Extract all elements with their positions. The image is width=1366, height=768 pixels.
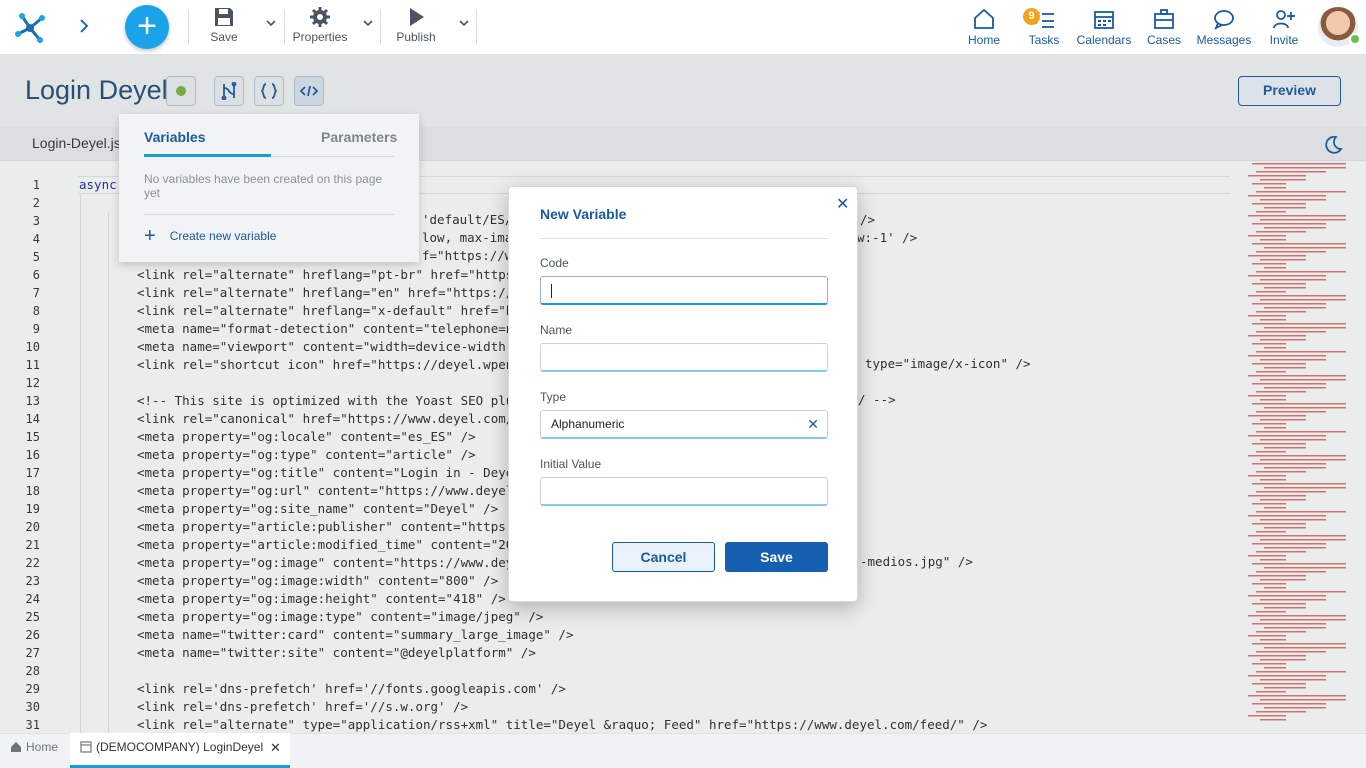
nav-messages-label: Messages	[1196, 33, 1252, 47]
message-icon	[1214, 10, 1234, 30]
deyel-logo-icon[interactable]	[12, 8, 52, 48]
tab-variables[interactable]: Variables	[144, 129, 206, 145]
active-tab-indicator	[144, 154, 271, 157]
nav-home-label: Home	[967, 33, 1000, 47]
save-icon	[215, 8, 233, 26]
save-toolbar-label: Save	[210, 30, 238, 44]
nav-cases-label: Cases	[1146, 33, 1181, 47]
save-toolbar-button[interactable]: Save	[204, 6, 244, 44]
add-user-icon	[1273, 10, 1295, 29]
initial-value-input[interactable]	[540, 477, 828, 506]
online-status-icon	[1349, 33, 1361, 45]
properties-toolbar-label: Properties	[292, 30, 348, 44]
nav-messages[interactable]: Messages	[1194, 8, 1254, 47]
briefcase-icon	[1154, 9, 1174, 29]
plus-icon: +	[144, 225, 156, 247]
text-caret	[551, 283, 552, 298]
name-label: Name	[540, 323, 573, 337]
publish-toolbar-button[interactable]: Publish	[392, 6, 440, 44]
calendar-icon	[1094, 11, 1114, 29]
properties-dropdown-icon[interactable]	[361, 16, 375, 30]
code-input[interactable]	[540, 276, 828, 305]
bottom-tab-home[interactable]: Home	[10, 740, 58, 754]
nav-tasks-label: Tasks	[1028, 33, 1060, 47]
add-button[interactable]: +	[125, 5, 169, 49]
play-icon	[410, 8, 424, 26]
tab-parameters[interactable]: Parameters	[321, 129, 397, 145]
publish-toolbar-label: Publish	[396, 30, 436, 44]
bottom-tab-home-label: Home	[26, 740, 59, 754]
nav-calendars-label: Calendars	[1076, 33, 1132, 47]
create-variable-link[interactable]: + Create new variable	[144, 225, 277, 247]
home-icon	[974, 8, 994, 29]
type-label: Type	[540, 390, 567, 404]
close-tab-icon[interactable]: ✕	[270, 740, 281, 756]
save-button[interactable]: Save	[725, 542, 828, 572]
initial-value-label: Initial Value	[540, 457, 602, 471]
toolbar-divider	[476, 10, 477, 44]
type-select[interactable]: Alphanumeric ✕	[540, 410, 828, 439]
new-variable-dialog: New Variable ✕ Code Name Type Alphanumer…	[508, 186, 858, 602]
clear-icon[interactable]: ✕	[807, 411, 819, 438]
bottom-tab-active-label: (DEMOCOMPANY) LoginDeyel	[96, 740, 264, 754]
home-icon	[11, 742, 21, 752]
gear-icon	[310, 7, 330, 27]
publish-dropdown-icon[interactable]	[457, 16, 471, 30]
close-icon[interactable]: ✕	[836, 194, 849, 214]
variables-panel: Variables Parameters No variables have b…	[119, 114, 419, 262]
create-variable-label: Create new variable	[169, 229, 277, 243]
nav-cases[interactable]: Cases	[1134, 8, 1194, 47]
nav-home[interactable]: Home	[954, 8, 1014, 47]
save-dropdown-icon[interactable]	[264, 16, 278, 30]
name-input[interactable]	[540, 343, 828, 372]
cancel-button[interactable]: Cancel	[612, 542, 715, 572]
type-select-value: Alphanumeric	[551, 417, 625, 431]
nav-calendars[interactable]: Calendars	[1074, 8, 1134, 47]
properties-toolbar-button[interactable]: Properties	[290, 6, 350, 44]
toolbar-divider	[284, 10, 285, 44]
nav-invite[interactable]: Invite	[1254, 8, 1314, 47]
page-icon	[80, 741, 92, 753]
chevron-right-icon[interactable]	[74, 16, 94, 36]
toolbar-divider	[188, 10, 189, 44]
dialog-title: New Variable	[540, 206, 627, 222]
empty-variables-message: No variables have been created on this p…	[144, 172, 383, 200]
bottom-tab-active-label-wrap[interactable]: (DEMOCOMPANY) LoginDeyel	[80, 740, 263, 754]
code-label: Code	[540, 256, 569, 270]
nav-invite-label: Invite	[1269, 33, 1299, 47]
dialog-divider	[540, 238, 828, 239]
toolbar-divider	[380, 10, 381, 44]
panel-divider	[144, 214, 394, 215]
tasks-count-badge: 9	[1023, 8, 1040, 25]
